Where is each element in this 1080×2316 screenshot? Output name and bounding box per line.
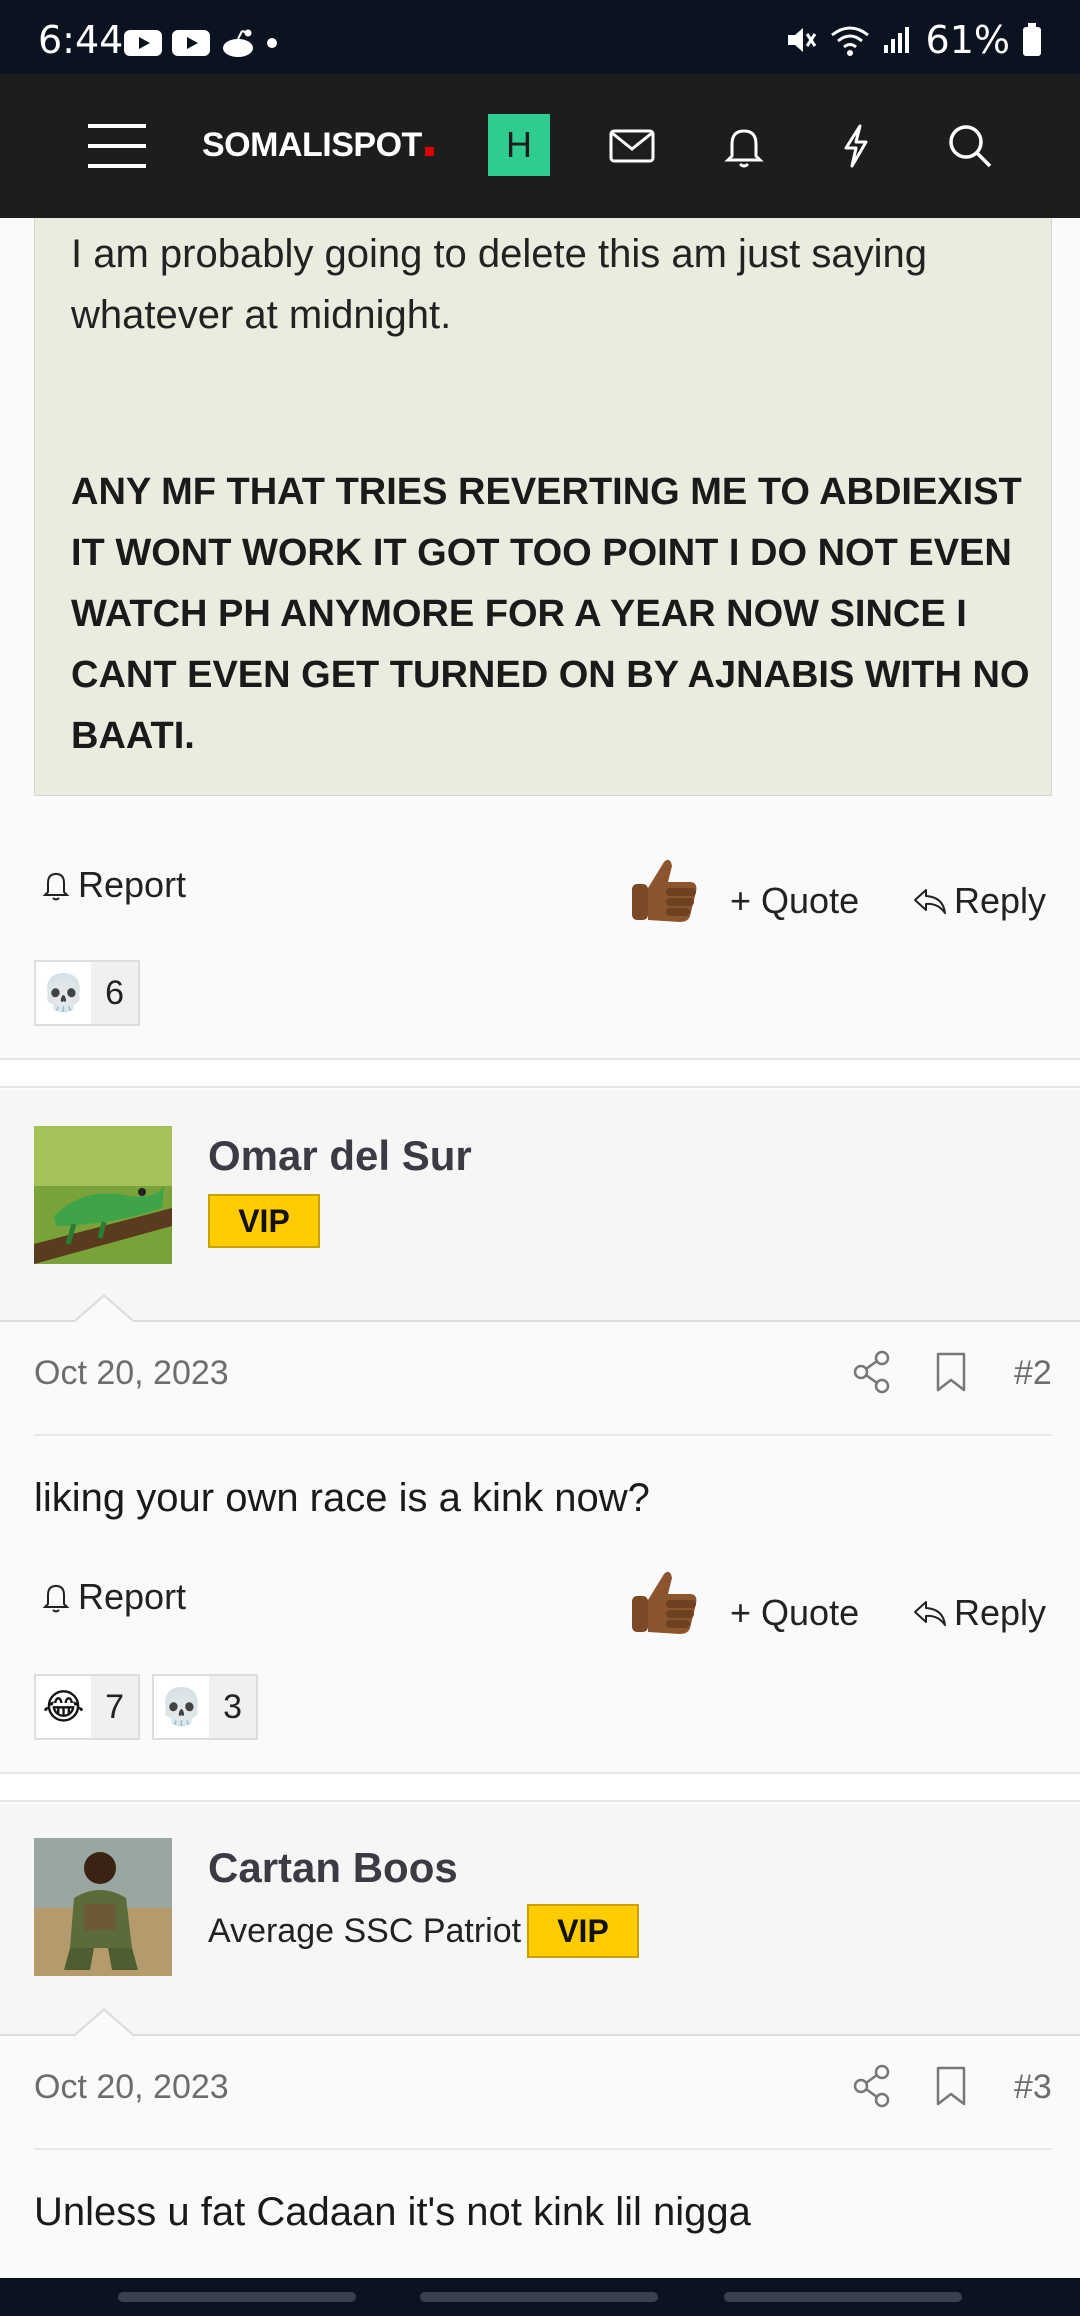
post-number[interactable]: #3 [1014,2068,1052,2107]
report-button[interactable]: Report [40,864,186,906]
h-badge-button[interactable]: H [488,114,550,176]
battery-percent: 61% [925,18,1010,62]
username[interactable]: Cartan Boos [208,1844,458,1892]
avatar[interactable] [34,1126,172,1264]
reply-icon [914,1601,946,1626]
nav-handle[interactable] [118,2292,356,2302]
skull-icon: 💀 [154,1676,210,1738]
status-time: 6:44 [38,18,124,62]
wifi-icon [830,26,869,56]
post-bold-text: ANY MF THAT TRIES REVERTING ME TO ABDIEX… [71,471,1030,757]
reddit-icon [223,29,253,57]
logo-dot [424,147,434,156]
bell-icon [42,1584,70,1613]
user-arrow [72,2008,136,2037]
iguana-avatar-icon [34,1126,172,1264]
signal-icon [883,27,909,53]
post-divider [0,1772,1080,1802]
post-meta: Oct 20, 2023 #2 [34,1346,1052,1436]
reaction-skull[interactable]: 💀 3 [152,1674,258,1740]
report-label: Report [78,864,187,905]
thumbs-up-icon[interactable] [628,854,702,928]
menu-icon[interactable] [88,122,146,170]
post-text: liking your own race is a kink now? [34,1476,650,1520]
status-bar: 6:44 61% [0,0,1080,74]
report-button[interactable]: Report [40,1576,186,1618]
username[interactable]: Omar del Sur [208,1132,472,1180]
post-text: Unless u fat Cadaan it's not kink lil ni… [34,2190,751,2234]
mute-icon [787,28,816,52]
post-actions: Report + Quote Reply [34,854,1052,934]
user-block: Omar del Sur VIP [0,1090,1080,1322]
reply-icon [914,889,946,914]
site-logo[interactable]: SOMALISPOT [202,126,434,165]
bookmark-icon[interactable] [934,2064,968,2108]
bell-icon[interactable] [720,122,768,170]
bookmark-icon[interactable] [934,1350,968,1394]
reply-button[interactable]: Reply [912,880,1046,922]
mail-icon[interactable] [608,122,656,170]
site-logo-text: SOMALISPOT [202,126,422,164]
search-icon[interactable] [946,122,994,170]
reaction-count: 6 [105,973,124,1012]
site-header: SOMALISPOT H [0,74,1080,218]
skull-icon: 💀 [36,962,92,1024]
vip-badge: VIP [208,1194,320,1248]
post-text: I am probably going to delete this am ju… [71,232,928,337]
user-block: Cartan Boos Average SSC Patriot VIP [0,1804,1080,2036]
user-title: Average SSC Patriot [208,1912,522,1950]
quote-label: Quote [761,1592,860,1633]
battery-icon [1023,23,1041,56]
laughing-icon: 😂 [36,1676,92,1738]
reaction-laugh[interactable]: 😂 7 [34,1674,140,1740]
reply-label: Reply [954,1592,1047,1633]
post-quote-block: I am probably going to delete this am ju… [34,218,1052,796]
post-meta: Oct 20, 2023 #3 [34,2060,1052,2150]
reply-label: Reply [954,880,1047,921]
report-label: Report [78,1576,187,1617]
post-divider [0,1058,1080,1088]
thumbs-up-icon[interactable] [628,1566,702,1640]
reaction-count: 7 [105,1687,124,1726]
nav-handle[interactable] [420,2292,658,2302]
reaction-skull[interactable]: 💀 6 [34,960,140,1026]
vip-badge: VIP [527,1904,639,1958]
youtube-icon [124,30,162,56]
post-date[interactable]: Oct 20, 2023 [34,2068,229,2107]
post-date[interactable]: Oct 20, 2023 [34,1354,229,1393]
soldier-avatar-icon [34,1838,172,1976]
share-icon[interactable] [852,1350,892,1394]
post-actions: Report + Quote Reply [34,1566,1052,1646]
quote-button[interactable]: + Quote [730,1592,859,1634]
quote-label: Quote [761,880,860,921]
lightning-icon[interactable] [832,122,880,170]
share-icon[interactable] [852,2064,892,2108]
reply-button[interactable]: Reply [912,1592,1046,1634]
avatar[interactable] [34,1838,172,1976]
bell-icon [42,872,70,901]
user-arrow [72,1294,136,1323]
dot-icon [267,38,277,48]
reaction-count: 3 [223,1687,242,1726]
nav-handle[interactable] [724,2292,962,2302]
system-nav-bar [0,2278,1080,2316]
quote-button[interactable]: + Quote [730,880,859,922]
youtube-icon [172,30,210,56]
post-number[interactable]: #2 [1014,1354,1052,1393]
